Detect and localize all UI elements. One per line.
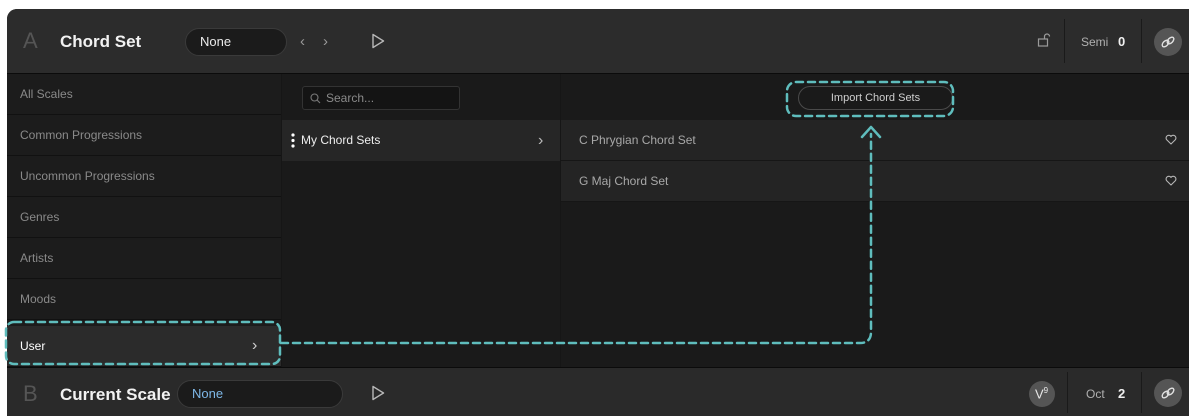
folder-label: My Chord Sets [301,133,381,147]
section-letter-a: A [23,28,38,53]
prev-icon[interactable]: ‹ [300,33,305,50]
category-genres[interactable]: Genres [7,197,281,238]
header-divider [1064,19,1065,63]
category-moods[interactable]: Moods [7,279,281,320]
current-scale-header: B Current Scale None V9 Oct 2 [7,367,1189,416]
oct-label: Oct [1086,387,1105,401]
semi-label: Semi [1081,35,1109,49]
chevron-right-icon: › [538,132,544,149]
drag-handle-icon[interactable] [291,133,295,148]
category-artists[interactable]: Artists [7,238,281,279]
link-icon [1161,36,1175,48]
footer-divider-2 [1141,372,1142,413]
heart-icon[interactable] [1165,134,1177,145]
footer-title: Current Scale [60,385,171,404]
chord-set-name: C Phrygian Chord Set [579,133,696,147]
category-user[interactable]: User › [7,326,281,367]
chevron-right-icon: › [252,337,258,354]
folder-my-chord-sets[interactable]: My Chord Sets › [282,120,560,161]
chord-set-row[interactable]: C Phrygian Chord Set [561,120,1189,161]
search-placeholder: Search... [326,91,375,105]
category-common-progressions[interactable]: Common Progressions [7,115,281,156]
link-button[interactable] [1154,379,1182,407]
chord-set-browser: A Chord Set None ‹ › Semi 0 All Scales C… [7,9,1189,416]
play-icon[interactable] [371,33,385,49]
link-icon [1161,387,1175,399]
heart-icon[interactable] [1165,175,1177,186]
category-uncommon-progressions[interactable]: Uncommon Progressions [7,156,281,197]
chord-set-header: A Chord Set None ‹ › Semi 0 [7,9,1189,74]
chord-set-name: G Maj Chord Set [579,174,669,188]
category-list: All Scales Common Progressions Uncommon … [7,74,281,367]
chord-set-row[interactable]: G Maj Chord Set [561,161,1189,202]
footer-divider [1067,372,1068,413]
next-icon[interactable]: › [323,33,328,50]
category-user-label: User [20,339,46,353]
oct-value[interactable]: 2 [1118,386,1125,401]
folder-list: Search... My Chord Sets › [282,74,560,367]
chord-set-selected: None [200,34,232,49]
header-divider-2 [1141,19,1142,63]
voicing-button[interactable]: V9 [1029,381,1055,407]
header-title: Chord Set [60,32,142,51]
current-scale-selector[interactable]: None [177,380,343,408]
search-input[interactable]: Search... [302,86,460,110]
semi-value[interactable]: 0 [1118,34,1125,49]
link-button[interactable] [1154,28,1182,56]
lock-icon[interactable] [1037,33,1051,47]
current-scale-selected: None [192,386,224,401]
chord-set-list: Import Chord Sets C Phrygian Chord Set G… [561,74,1189,367]
section-letter-b: B [23,381,38,406]
chord-set-selector[interactable]: None [185,28,287,56]
play-icon[interactable] [371,385,385,401]
search-icon [310,93,321,104]
category-all-scales[interactable]: All Scales [7,74,281,115]
voicing-icon: V9 [1035,386,1049,402]
import-chord-sets-button[interactable]: Import Chord Sets [798,86,953,110]
